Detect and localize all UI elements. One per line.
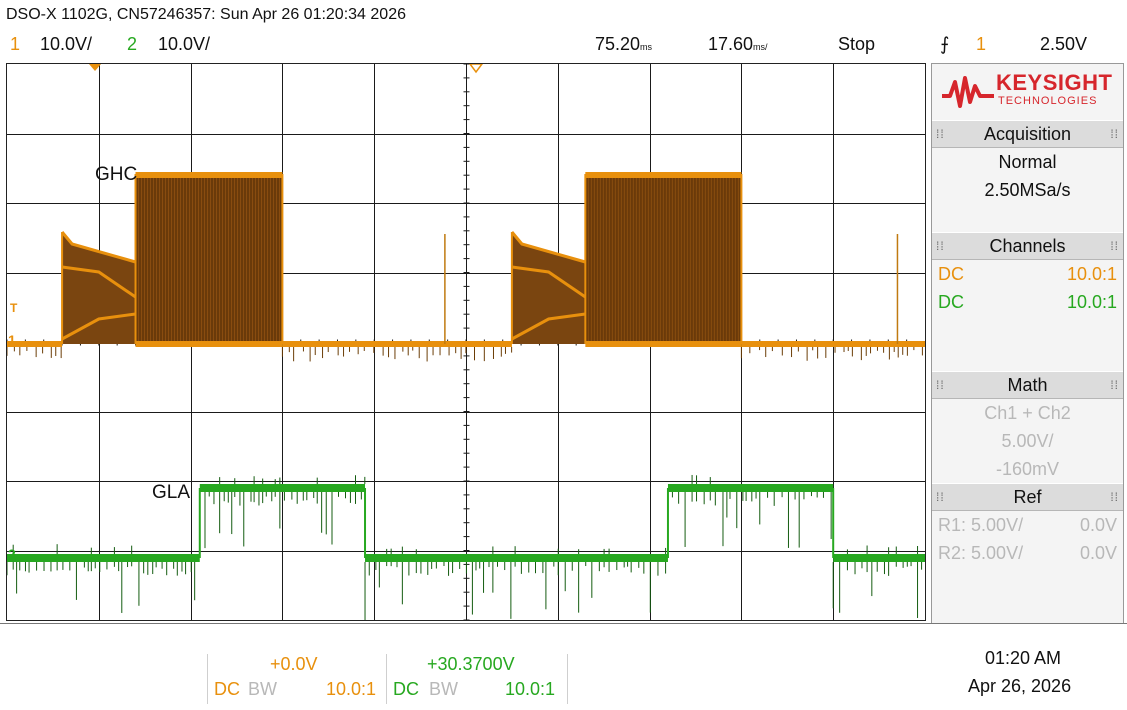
ref-scale: 5.00V/ — [971, 543, 1024, 563]
ref-scale: 5.00V/ — [971, 515, 1024, 535]
waveform-svg — [7, 64, 925, 620]
ghc-high-bottom — [135, 341, 283, 347]
ref-offset: 0.0V — [1079, 515, 1117, 535]
ch2-probe: 10.0:1 — [505, 679, 556, 699]
math-offset: -160mV — [995, 459, 1060, 479]
ch2-status-box[interactable]: +30.3700V DC BW 10.0:1 — [386, 654, 568, 704]
ch1-status-box[interactable]: +0.0V DC BW 10.0:1 — [207, 654, 386, 704]
delay-marker — [469, 64, 483, 74]
ch1-scale[interactable]: 10.0V/ — [40, 34, 92, 55]
ghc-low-segment — [282, 341, 512, 347]
math-header[interactable]: ⁞⁞ Math ⁞⁞ — [932, 371, 1123, 399]
grip-icon: ⁞⁞ — [936, 490, 945, 504]
clock-date: Apr 26, 2026 — [968, 676, 1072, 696]
grip-icon: ⁞⁞ — [936, 239, 945, 253]
trigger-level[interactable]: 2.50V — [1040, 34, 1087, 55]
ch2-ground-marker[interactable]: 2 — [8, 546, 16, 562]
time-delay-unit: ms — [640, 42, 653, 52]
gla-segment — [667, 484, 834, 492]
grip-icon: ⁞⁞ — [1110, 239, 1119, 253]
channel-coupling: DC — [938, 264, 964, 284]
ref-header[interactable]: ⁞⁞ Ref ⁞⁞ — [932, 483, 1123, 511]
channels-section[interactable]: ⁞⁞ Channels ⁞⁞ DC 10.0:1 DC 10.0:1 — [932, 232, 1123, 372]
keysight-logo-icon — [942, 76, 994, 108]
gla-label: GLA — [152, 482, 191, 503]
grip-icon: ⁞⁞ — [1110, 127, 1119, 141]
math-expression: Ch1 + Ch2 — [984, 403, 1071, 423]
ref-section[interactable]: ⁞⁞ Ref ⁞⁞ R1: 5.00V/ 0.0V R2: 5.00V/ 0.0… — [932, 483, 1123, 623]
brand-sub: TECHNOLOGIES — [998, 95, 1098, 107]
ref-body: R1: 5.00V/ 0.0V R2: 5.00V/ 0.0V — [932, 511, 1123, 623]
gla-segment — [199, 484, 366, 492]
channel-coupling: DC — [938, 292, 964, 312]
ch2-number[interactable]: 2 — [127, 34, 137, 55]
acquisition-mode: Normal — [998, 152, 1057, 172]
ref-name: R1: — [938, 515, 967, 535]
ghc-high-top — [135, 172, 283, 178]
status-bar: +0.0V DC BW 10.0:1 +30.3700V DC BW 10.0:… — [0, 623, 1127, 710]
trigger-edge-icon[interactable]: ⨍ — [940, 34, 949, 55]
side-panel: KEYSIGHT TECHNOLOGIES ⁞⁞ Acquisition ⁞⁞ … — [931, 63, 1124, 623]
channels-header[interactable]: ⁞⁞ Channels ⁞⁞ — [932, 232, 1123, 260]
gla-segment — [833, 554, 925, 562]
run-state[interactable]: Stop — [838, 34, 875, 55]
ch2-offset: +30.3700V — [427, 654, 515, 674]
ghc-high-top — [585, 172, 742, 178]
math-title: Math — [1007, 375, 1048, 395]
ref-row-2[interactable]: R2: 5.00V/ 0.0V — [932, 539, 1123, 567]
ch2-coupling: DC — [393, 679, 419, 699]
time-scale-unit: ms/ — [753, 42, 768, 52]
channels-title: Channels — [989, 236, 1066, 256]
ch2-scale[interactable]: 10.0V/ — [158, 34, 210, 55]
ch1-probe: 10.0:1 — [326, 679, 377, 699]
gla-segment — [365, 554, 668, 562]
ghc-high-envelope — [135, 174, 283, 344]
trigger-source[interactable]: 1 — [976, 34, 986, 55]
time-scale-value: 17.60 — [708, 34, 754, 54]
math-body: Ch1 + Ch2 5.00V/ -160mV — [932, 399, 1123, 483]
acquisition-header[interactable]: ⁞⁞ Acquisition ⁞⁞ — [932, 120, 1123, 148]
brand-name: KEYSIGHT — [996, 70, 1113, 95]
ch2-bw-limit: BW — [429, 679, 458, 699]
grip-icon: ⁞⁞ — [1110, 378, 1119, 392]
ch1-offset: +0.0V — [270, 654, 318, 674]
acquisition-body: Normal 2.50MSa/s — [932, 148, 1123, 232]
time-delay-value: 75.20 — [595, 34, 641, 54]
time-scale[interactable]: 17.60ms/ — [708, 34, 768, 55]
math-scale: 5.00V/ — [1001, 431, 1054, 451]
ch1-bw-limit: BW — [248, 679, 277, 699]
channels-body: DC 10.0:1 DC 10.0:1 — [932, 260, 1123, 372]
ref-name: R2: — [938, 543, 967, 563]
time-delay[interactable]: 75.20ms — [595, 34, 652, 55]
ref-offset: 0.0V — [1079, 543, 1117, 563]
ref-row-1[interactable]: R1: 5.00V/ 0.0V — [932, 511, 1123, 539]
grip-icon: ⁞⁞ — [1110, 490, 1119, 504]
channel-probe: 10.0:1 — [1066, 292, 1117, 312]
trigger-level-marker: T — [10, 301, 18, 315]
ch1-number[interactable]: 1 — [10, 34, 20, 55]
channel-row-2[interactable]: DC 10.0:1 — [932, 288, 1123, 316]
ch1-coupling: DC — [214, 679, 240, 699]
channel-probe: 10.0:1 — [1066, 264, 1117, 284]
waveform-display[interactable]: GHC GLA T 1 2 — [6, 63, 926, 621]
brand-area: KEYSIGHT TECHNOLOGIES — [932, 64, 1123, 120]
ref-title: Ref — [1013, 487, 1042, 507]
channel-row-1[interactable]: DC 10.0:1 — [932, 260, 1123, 288]
gla-segment — [7, 554, 200, 562]
acquisition-rate: 2.50MSa/s — [984, 180, 1071, 200]
ch1-ground-marker[interactable]: 1 — [8, 332, 16, 348]
acquisition-section[interactable]: ⁞⁞ Acquisition ⁞⁞ Normal 2.50MSa/s — [932, 120, 1123, 232]
math-section[interactable]: ⁞⁞ Math ⁞⁞ Ch1 + Ch2 5.00V/ -160mV — [932, 371, 1123, 483]
acquisition-title: Acquisition — [983, 124, 1072, 144]
window-title: DSO-X 1102G, CN57246357: Sun Apr 26 01:2… — [6, 6, 406, 23]
ghc-high-bottom — [585, 341, 742, 347]
clock-time: 01:20 AM — [985, 648, 1062, 668]
ghc-label: GHC — [95, 164, 138, 185]
grip-icon: ⁞⁞ — [936, 127, 945, 141]
grip-icon: ⁞⁞ — [936, 378, 945, 392]
